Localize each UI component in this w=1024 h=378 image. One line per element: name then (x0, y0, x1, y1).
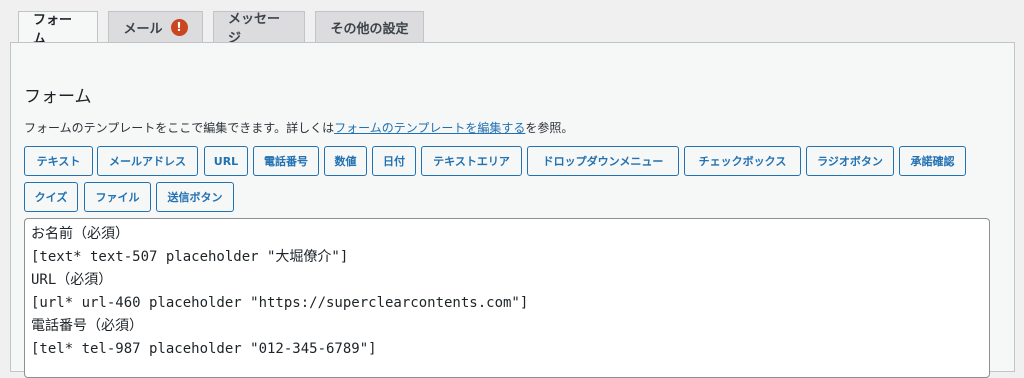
tab-mail[interactable]: メール ! (108, 11, 203, 42)
editor-line: URL（必須） (31, 272, 113, 288)
panel-title: フォーム (24, 87, 92, 107)
tag-button-checkbox[interactable]: チェックボックス (684, 146, 801, 176)
panel-description: フォームのテンプレートをここで編集できます。詳しくはフォームのテンプレートを編集… (24, 121, 574, 135)
tag-button-submit[interactable]: 送信ボタン (156, 182, 234, 212)
tag-button-file[interactable]: ファイル (84, 182, 151, 212)
tag-button-tel[interactable]: 電話番号 (253, 146, 319, 176)
tag-button-number[interactable]: 数値 (324, 146, 367, 176)
editor-line: [tel* tel-987 placeholder "012-345-6789"… (31, 341, 377, 357)
tag-button-acceptance[interactable]: 承諾確認 (899, 146, 966, 176)
editor-line: [text* text-507 placeholder "大堀僚介"] (31, 249, 349, 265)
tab-form[interactable]: フォーム (18, 11, 98, 47)
tab-messages[interactable]: メッセージ (213, 11, 305, 46)
tag-button-dropdown[interactable]: ドロップダウンメニュー (527, 146, 679, 176)
tab-other-settings[interactable]: その他の設定 (315, 11, 424, 42)
tag-button-url[interactable]: URL (204, 146, 248, 176)
tag-button-radio[interactable]: ラジオボタン (806, 146, 894, 176)
edit-template-link[interactable]: フォームのテンプレートを編集する (334, 121, 525, 135)
tab-bar: フォーム メール ! メッセージ その他の設定 (18, 11, 434, 47)
tag-button-text[interactable]: テキスト (24, 146, 93, 176)
tag-button-date[interactable]: 日付 (372, 146, 416, 176)
tag-button-quiz[interactable]: クイズ (24, 182, 78, 212)
tag-button-email[interactable]: メールアドレス (97, 146, 198, 176)
warning-badge-icon: ! (170, 18, 188, 36)
form-template-editor[interactable]: お名前（必須） [text* text-507 placeholder "大堀僚… (24, 218, 990, 378)
editor-line: [url* url-460 placeholder "https://super… (31, 295, 529, 311)
editor-line: お名前（必須） (31, 226, 129, 242)
tag-button-textarea[interactable]: テキストエリア (421, 146, 522, 176)
editor-line: 電話番号（必須） (31, 318, 143, 334)
